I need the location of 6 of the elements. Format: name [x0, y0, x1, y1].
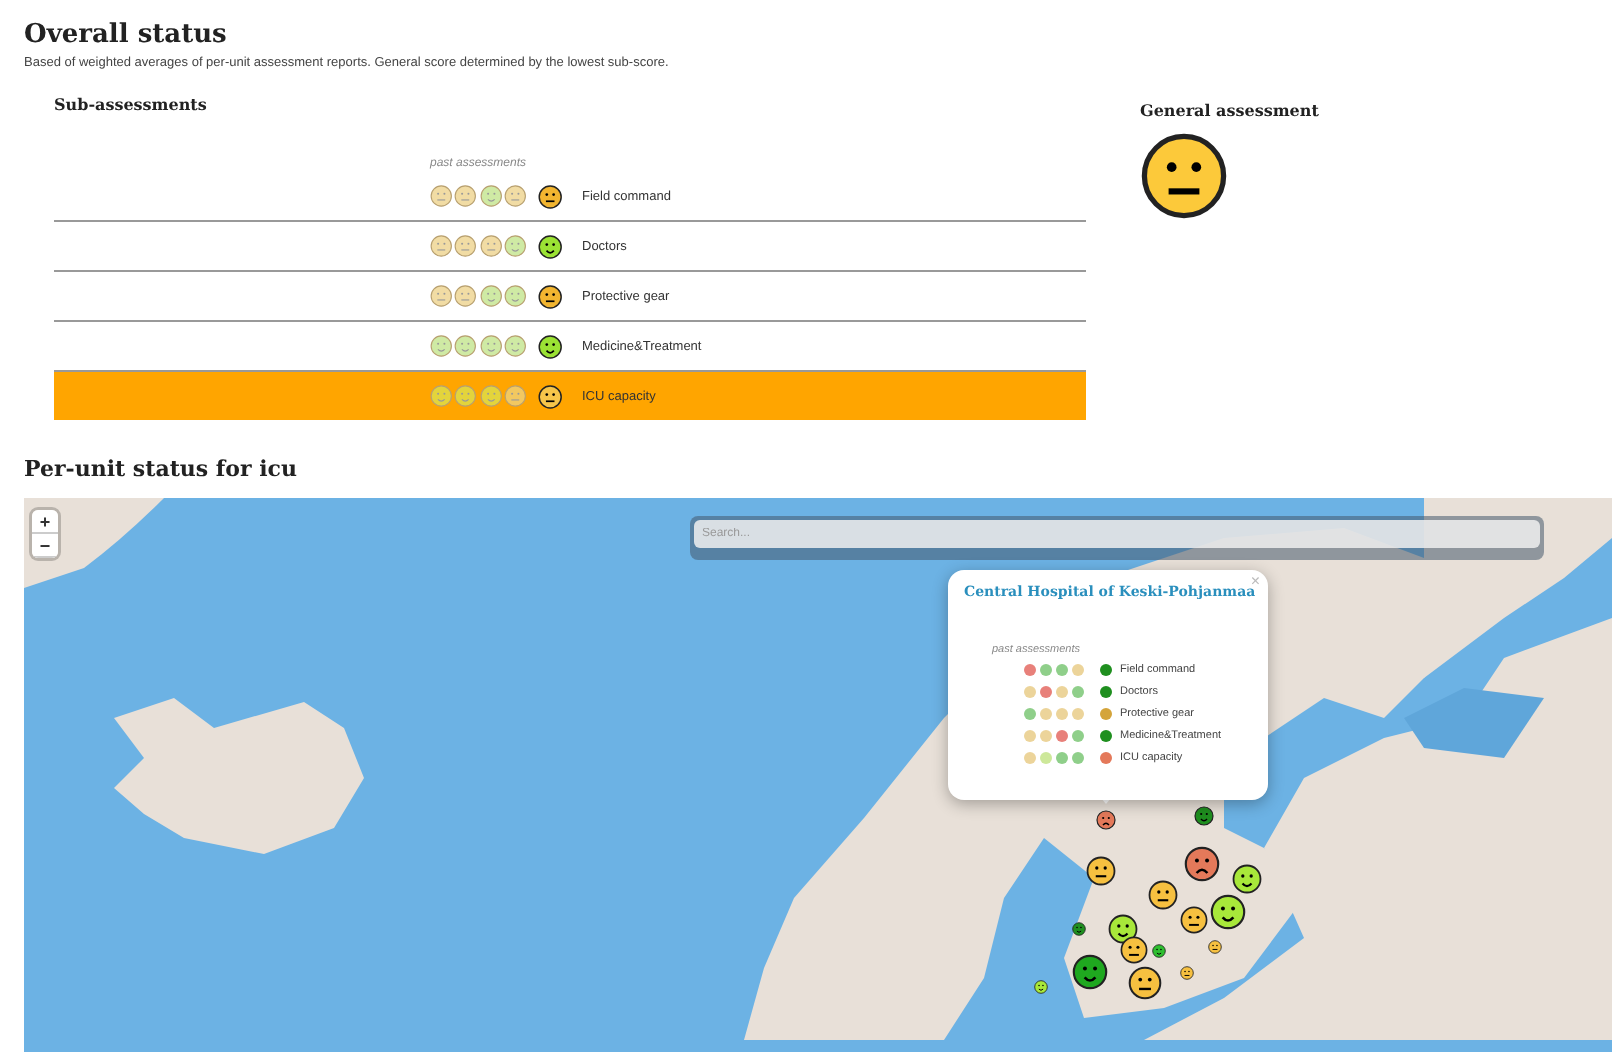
section-title: General assessment: [1140, 100, 1319, 120]
section-title: Sub-assessments: [54, 94, 209, 114]
page-title: Overall status: [24, 20, 229, 50]
section-title: Per-unit status for icu: [24, 456, 299, 482]
zoom-out-button[interactable]: −: [32, 534, 58, 558]
zoom-in-button[interactable]: +: [32, 510, 58, 534]
